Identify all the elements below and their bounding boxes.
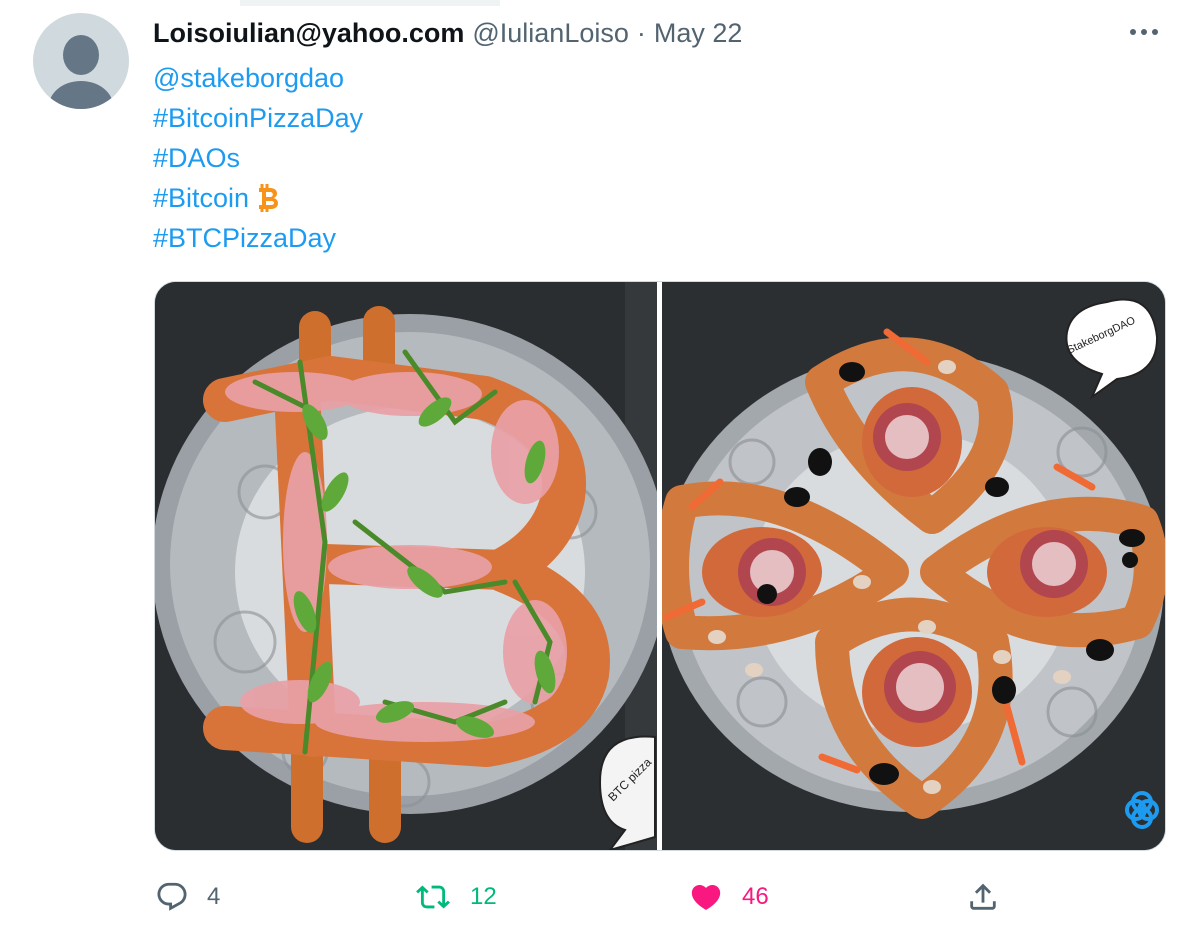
avatar[interactable] (33, 13, 129, 109)
media-grid: BTC pizza StakeborgDAO (154, 281, 1166, 851)
more-dot (1152, 29, 1158, 35)
share-icon (970, 883, 996, 910)
retweet-button[interactable]: 12 (414, 872, 497, 922)
retweet-count: 12 (470, 883, 497, 910)
like-button[interactable]: 46 (688, 872, 769, 922)
mention-link[interactable]: @stakeborgdao (153, 58, 344, 98)
tweet-actions: 4 12 46 (0, 872, 1199, 922)
hashtag-link[interactable]: #Bitcoin (153, 178, 249, 218)
stakeborg-pizza-photo[interactable]: StakeborgDAO (655, 282, 1165, 850)
previous-tweet-edge (240, 0, 500, 6)
hashtag-link[interactable]: #BTCPizzaDay (153, 218, 336, 258)
bitcoin-emoji-icon (255, 181, 281, 215)
tweet-text: @stakeborgdao #BitcoinPizzaDay #DAOs #Bi… (153, 58, 363, 258)
avatar-body-shape (49, 81, 113, 109)
reply-icon (157, 882, 187, 911)
like-icon (691, 884, 721, 910)
tweet-header: Loisoiulian@yahoo.com @IulianLoiso · May… (153, 16, 742, 50)
author-name[interactable]: Loisoiulian@yahoo.com (153, 18, 464, 49)
reply-count: 4 (207, 883, 221, 910)
header-separator: · (636, 17, 646, 48)
avatar-head-shape (63, 35, 99, 75)
share-button[interactable] (966, 872, 1000, 922)
reply-button[interactable]: 4 (155, 872, 220, 922)
bitcoin-pizza-photo[interactable]: BTC pizza (155, 282, 668, 850)
more-dot (1130, 29, 1136, 35)
retweet-icon (416, 885, 450, 909)
hashtag-link[interactable]: #DAOs (153, 138, 240, 178)
more-dot (1141, 29, 1147, 35)
more-icon[interactable] (1127, 20, 1161, 44)
tweet-date[interactable]: May 22 (654, 18, 743, 49)
hashtag-link[interactable]: #BitcoinPizzaDay (153, 98, 363, 138)
like-count: 46 (742, 883, 769, 910)
author-handle[interactable]: @IulianLoiso (472, 18, 629, 49)
